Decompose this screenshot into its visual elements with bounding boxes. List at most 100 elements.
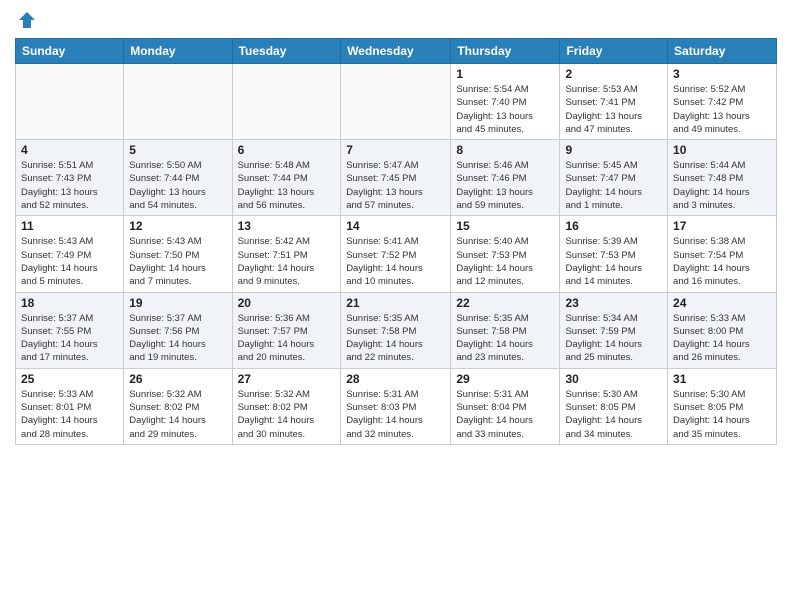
day-info: Sunrise: 5:32 AM Sunset: 8:02 PM Dayligh…: [129, 388, 226, 441]
logo-top: [15, 10, 37, 30]
calendar-cell: 18 Sunrise: 5:37 AM Sunset: 7:55 PM Dayli…: [16, 292, 124, 368]
day-info: Sunrise: 5:43 AM Sunset: 7:50 PM Dayligh…: [129, 235, 226, 288]
calendar-week-row: 18 Sunrise: 5:37 AM Sunset: 7:55 PM Dayli…: [16, 292, 777, 368]
calendar-cell: 6 Sunrise: 5:48 AM Sunset: 7:44 PM Daylig…: [232, 140, 341, 216]
day-info: Sunrise: 5:30 AM Sunset: 8:05 PM Dayligh…: [565, 388, 662, 441]
day-info: Sunrise: 5:37 AM Sunset: 7:56 PM Dayligh…: [129, 312, 226, 365]
weekday-header-saturday: Saturday: [668, 39, 777, 64]
day-info: Sunrise: 5:45 AM Sunset: 7:47 PM Dayligh…: [565, 159, 662, 212]
calendar-week-row: 4 Sunrise: 5:51 AM Sunset: 7:43 PM Daylig…: [16, 140, 777, 216]
day-number: 7: [346, 143, 445, 157]
calendar-cell: 9 Sunrise: 5:45 AM Sunset: 7:47 PM Daylig…: [560, 140, 668, 216]
calendar-cell: [124, 64, 232, 140]
day-number: 24: [673, 296, 771, 310]
day-number: 23: [565, 296, 662, 310]
day-number: 30: [565, 372, 662, 386]
day-number: 17: [673, 219, 771, 233]
calendar-cell: 15Sunrise: 5:40 AM Sunset: 7:53 PM Dayli…: [451, 216, 560, 292]
day-info: Sunrise: 5:34 AM Sunset: 7:59 PM Dayligh…: [565, 312, 662, 365]
calendar-cell: 8 Sunrise: 5:46 AM Sunset: 7:46 PM Daylig…: [451, 140, 560, 216]
day-info: Sunrise: 5:53 AM Sunset: 7:41 PM Dayligh…: [565, 83, 662, 136]
calendar-cell: 26Sunrise: 5:32 AM Sunset: 8:02 PM Dayli…: [124, 368, 232, 444]
day-info: Sunrise: 5:51 AM Sunset: 7:43 PM Dayligh…: [21, 159, 118, 212]
calendar-cell: 1 Sunrise: 5:54 AM Sunset: 7:40 PM Daylig…: [451, 64, 560, 140]
calendar-cell: 5 Sunrise: 5:50 AM Sunset: 7:44 PM Daylig…: [124, 140, 232, 216]
day-number: 29: [456, 372, 554, 386]
day-info: Sunrise: 5:48 AM Sunset: 7:44 PM Dayligh…: [238, 159, 336, 212]
day-info: Sunrise: 5:44 AM Sunset: 7:48 PM Dayligh…: [673, 159, 771, 212]
day-number: 2: [565, 67, 662, 81]
page-header: [15, 10, 777, 30]
calendar-cell: 13 Sunrise: 5:42 AM Sunset: 7:51 PM Dayli…: [232, 216, 341, 292]
weekday-header-row: SundayMondayTuesdayWednesdayThursdayFrid…: [16, 39, 777, 64]
day-number: 9: [565, 143, 662, 157]
day-number: 18: [21, 296, 118, 310]
weekday-header-sunday: Sunday: [16, 39, 124, 64]
day-info: Sunrise: 5:42 AM Sunset: 7:51 PM Dayligh…: [238, 235, 336, 288]
calendar-cell: 4 Sunrise: 5:51 AM Sunset: 7:43 PM Daylig…: [16, 140, 124, 216]
calendar-cell: 30 Sunrise: 5:30 AM Sunset: 8:05 PM Dayli…: [560, 368, 668, 444]
day-info: Sunrise: 5:35 AM Sunset: 7:58 PM Dayligh…: [346, 312, 445, 365]
day-number: 12: [129, 219, 226, 233]
day-info: Sunrise: 5:43 AM Sunset: 7:49 PM Dayligh…: [21, 235, 118, 288]
day-info: Sunrise: 5:50 AM Sunset: 7:44 PM Dayligh…: [129, 159, 226, 212]
calendar-cell: 27Sunrise: 5:32 AM Sunset: 8:02 PM Dayli…: [232, 368, 341, 444]
day-number: 14: [346, 219, 445, 233]
day-info: Sunrise: 5:31 AM Sunset: 8:04 PM Dayligh…: [456, 388, 554, 441]
day-number: 4: [21, 143, 118, 157]
day-number: 3: [673, 67, 771, 81]
day-info: Sunrise: 5:36 AM Sunset: 7:57 PM Dayligh…: [238, 312, 336, 365]
day-info: Sunrise: 5:54 AM Sunset: 7:40 PM Dayligh…: [456, 83, 554, 136]
calendar-cell: 22 Sunrise: 5:35 AM Sunset: 7:58 PM Dayli…: [451, 292, 560, 368]
calendar-cell: 17Sunrise: 5:38 AM Sunset: 7:54 PM Dayli…: [668, 216, 777, 292]
day-info: Sunrise: 5:46 AM Sunset: 7:46 PM Dayligh…: [456, 159, 554, 212]
day-number: 8: [456, 143, 554, 157]
day-number: 19: [129, 296, 226, 310]
day-info: Sunrise: 5:47 AM Sunset: 7:45 PM Dayligh…: [346, 159, 445, 212]
day-number: 15: [456, 219, 554, 233]
calendar-cell: [16, 64, 124, 140]
logo-icon: [17, 10, 37, 30]
calendar-cell: 10 Sunrise: 5:44 AM Sunset: 7:48 PM Dayli…: [668, 140, 777, 216]
calendar-cell: 12 Sunrise: 5:43 AM Sunset: 7:50 PM Dayli…: [124, 216, 232, 292]
day-number: 31: [673, 372, 771, 386]
calendar-cell: [232, 64, 341, 140]
day-number: 22: [456, 296, 554, 310]
day-info: Sunrise: 5:31 AM Sunset: 8:03 PM Dayligh…: [346, 388, 445, 441]
calendar-cell: 16Sunrise: 5:39 AM Sunset: 7:53 PM Dayli…: [560, 216, 668, 292]
weekday-header-monday: Monday: [124, 39, 232, 64]
day-number: 5: [129, 143, 226, 157]
day-number: 28: [346, 372, 445, 386]
calendar-week-row: 25Sunrise: 5:33 AM Sunset: 8:01 PM Dayli…: [16, 368, 777, 444]
calendar-cell: 23 Sunrise: 5:34 AM Sunset: 7:59 PM Dayli…: [560, 292, 668, 368]
day-number: 1: [456, 67, 554, 81]
weekday-header-wednesday: Wednesday: [341, 39, 451, 64]
day-info: Sunrise: 5:30 AM Sunset: 8:05 PM Dayligh…: [673, 388, 771, 441]
weekday-header-tuesday: Tuesday: [232, 39, 341, 64]
calendar-cell: 3 Sunrise: 5:52 AM Sunset: 7:42 PM Daylig…: [668, 64, 777, 140]
calendar-cell: 11Sunrise: 5:43 AM Sunset: 7:49 PM Dayli…: [16, 216, 124, 292]
day-info: Sunrise: 5:52 AM Sunset: 7:42 PM Dayligh…: [673, 83, 771, 136]
day-info: Sunrise: 5:39 AM Sunset: 7:53 PM Dayligh…: [565, 235, 662, 288]
calendar-table: SundayMondayTuesdayWednesdayThursdayFrid…: [15, 38, 777, 445]
calendar-cell: 29 Sunrise: 5:31 AM Sunset: 8:04 PM Dayli…: [451, 368, 560, 444]
day-number: 25: [21, 372, 118, 386]
day-info: Sunrise: 5:33 AM Sunset: 8:00 PM Dayligh…: [673, 312, 771, 365]
day-info: Sunrise: 5:37 AM Sunset: 7:55 PM Dayligh…: [21, 312, 118, 365]
calendar-cell: 31 Sunrise: 5:30 AM Sunset: 8:05 PM Dayli…: [668, 368, 777, 444]
calendar-cell: 24 Sunrise: 5:33 AM Sunset: 8:00 PM Dayli…: [668, 292, 777, 368]
day-number: 6: [238, 143, 336, 157]
day-number: 21: [346, 296, 445, 310]
weekday-header-thursday: Thursday: [451, 39, 560, 64]
logo: [15, 10, 37, 30]
calendar-cell: 7 Sunrise: 5:47 AM Sunset: 7:45 PM Daylig…: [341, 140, 451, 216]
day-number: 10: [673, 143, 771, 157]
day-info: Sunrise: 5:35 AM Sunset: 7:58 PM Dayligh…: [456, 312, 554, 365]
calendar-cell: 19 Sunrise: 5:37 AM Sunset: 7:56 PM Dayli…: [124, 292, 232, 368]
calendar-cell: 25Sunrise: 5:33 AM Sunset: 8:01 PM Dayli…: [16, 368, 124, 444]
weekday-header-friday: Friday: [560, 39, 668, 64]
calendar-cell: 14Sunrise: 5:41 AM Sunset: 7:52 PM Dayli…: [341, 216, 451, 292]
page-container: SundayMondayTuesdayWednesdayThursdayFrid…: [0, 0, 792, 455]
day-number: 13: [238, 219, 336, 233]
calendar-week-row: 11Sunrise: 5:43 AM Sunset: 7:49 PM Dayli…: [16, 216, 777, 292]
